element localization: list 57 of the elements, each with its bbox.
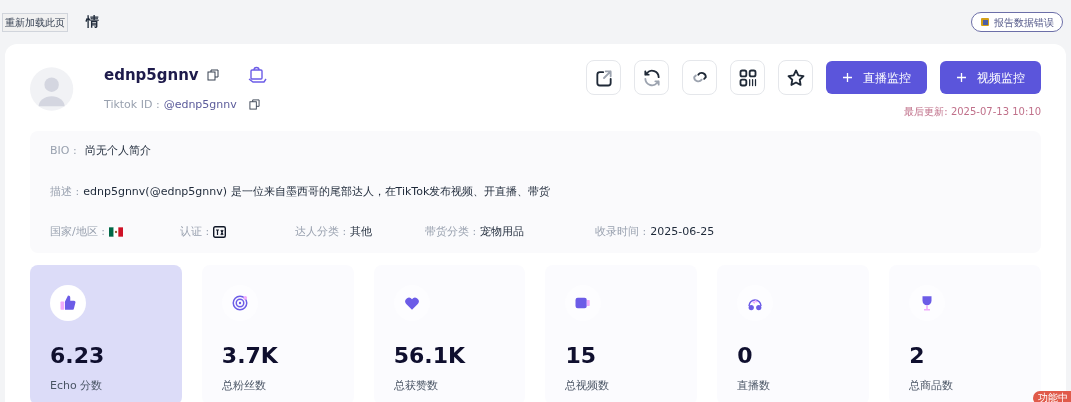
copy-icon[interactable] (248, 99, 260, 111)
refresh-icon (641, 67, 662, 88)
stat-value: 0 (737, 341, 754, 370)
tiktok-id: @ednp5gnnv (163, 96, 237, 113)
stat-card[interactable]: 0 直播数 (717, 264, 870, 402)
tiktok-id-label: Tiktok ID : (104, 96, 160, 113)
monitor-button[interactable]: 视频监控 (940, 61, 1041, 94)
attribute-value: 2025-06-25 (650, 224, 715, 240)
share-icon (593, 67, 614, 88)
bio-text: 尚无个人简介 (84, 143, 151, 159)
bio-label: BIO : (50, 143, 77, 159)
description-text: ednp5gnnv(@ednp5gnnv) 是一位来自墨西哥的尾部达人，在TikTok发布视频、开直播、带货 (83, 183, 551, 200)
attribute-label: 认证 : (180, 224, 210, 240)
stat-value: 6.23 (50, 341, 106, 370)
notebook-icon (980, 17, 990, 27)
attribute-value: 其他 (350, 224, 373, 240)
star-icon (785, 67, 806, 88)
page-title: 情 (86, 13, 99, 32)
copy-icon[interactable] (206, 69, 219, 82)
stat-card[interactable]: 6.23 Echo 分数 (30, 264, 182, 402)
attribute-label: 国家/地区 : (50, 224, 105, 240)
stat-card[interactable]: 3.7K 总粉丝数 (201, 264, 354, 402)
stat-label: 总视频数 (565, 377, 611, 394)
verified-badge-icon (213, 226, 227, 239)
attribute-label: 达人分类 : (295, 224, 347, 240)
tooltip: 重新加载此页 (2, 12, 68, 32)
attribute-value: 宠物用品 (480, 224, 525, 240)
qr-code-icon (737, 67, 758, 88)
report-error-button[interactable]: 报告数据错误 (971, 12, 1063, 32)
floating-badge[interactable]: 功能中 (1033, 391, 1071, 402)
target-icon (230, 293, 249, 312)
stat-value: 56.1K (393, 341, 467, 370)
stat-label: 总粉丝数 (221, 377, 267, 394)
action-button[interactable] (586, 60, 621, 95)
attribute-label: 带货分类 : (425, 224, 477, 240)
stat-value: 3.7K (221, 341, 279, 370)
attribute-label: 收录时间 : (595, 224, 647, 240)
stat-card[interactable]: 15 总视频数 (545, 264, 698, 402)
stat-value: 15 (565, 341, 598, 370)
plus-icon (956, 72, 967, 83)
stat-label: 总商品数 (909, 377, 955, 394)
stat-card[interactable]: 56.1K 总获赞数 (373, 264, 526, 402)
last-updated: 最后更新: 2025-07-13 10:10 (904, 105, 1041, 119)
action-button[interactable] (778, 60, 813, 95)
action-button[interactable] (730, 60, 765, 95)
stat-value: 2 (909, 341, 926, 370)
shop-bag-icon[interactable] (246, 65, 267, 86)
stat-label: 总获赞数 (393, 377, 439, 394)
flag-icon (108, 227, 123, 238)
thumbs-up-icon (59, 293, 77, 312)
description-label: 描述 : (50, 183, 80, 200)
username: ednp5gnnv (104, 65, 199, 86)
action-button[interactable] (634, 60, 669, 95)
stat-label: Echo 分数 (50, 377, 104, 394)
monitor-button[interactable]: 直播监控 (826, 61, 927, 94)
stat-label: 直播数 (737, 377, 772, 394)
plus-icon (842, 72, 853, 83)
